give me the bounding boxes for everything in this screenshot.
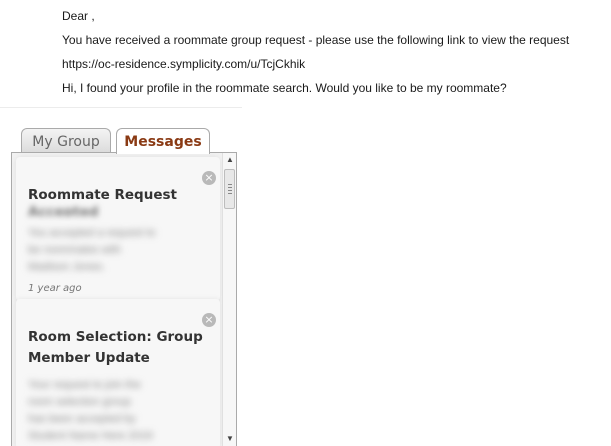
message-title-line: Accepted bbox=[28, 206, 99, 216]
message-title-line: Member Update bbox=[28, 350, 150, 366]
message-timestamp: 1 year ago bbox=[28, 283, 82, 294]
message-title: Room Selection: Group Member Update bbox=[28, 327, 208, 369]
message-body: You accepted a request to be roommates w… bbox=[28, 225, 198, 276]
message-body: Your request to join the room selection … bbox=[28, 377, 198, 445]
close-icon[interactable]: × bbox=[202, 171, 216, 185]
message-title-line: Roommate Request bbox=[28, 187, 177, 203]
grip-line bbox=[228, 184, 232, 185]
message-body-line: You accepted a request to bbox=[28, 227, 156, 239]
message-card[interactable]: × Room Selection: Group Member Update Yo… bbox=[16, 299, 220, 446]
scrollbar[interactable]: ▲ ▼ bbox=[222, 153, 236, 446]
grip-line bbox=[228, 190, 232, 191]
close-icon[interactable]: × bbox=[202, 313, 216, 327]
request-link[interactable]: https://oc-residence.symplicity.com/u/Tc… bbox=[62, 52, 569, 76]
email-greeting: Dear , bbox=[62, 9, 95, 23]
message-title: Roommate Request Accepted bbox=[28, 185, 208, 216]
grip-line bbox=[228, 193, 232, 194]
email-request-text: You have received a roommate group reque… bbox=[62, 33, 570, 47]
scroll-thumb[interactable] bbox=[224, 169, 235, 209]
scroll-up-arrow-icon[interactable]: ▲ bbox=[223, 154, 236, 166]
message-body-line: room selection group bbox=[28, 396, 131, 408]
roommate-widget: My Group Messages × Roommate Request Acc… bbox=[10, 128, 242, 446]
message-body-line: Student Name Here 2019 bbox=[28, 430, 153, 442]
message-card[interactable]: × Roommate Request Accepted You accepted… bbox=[16, 157, 220, 301]
grip-line bbox=[228, 187, 232, 188]
email-body: Dear , You have received a roommate grou… bbox=[62, 4, 569, 100]
tab-my-group[interactable]: My Group bbox=[21, 128, 111, 152]
message-title-line: Room Selection: Group bbox=[28, 329, 203, 345]
divider bbox=[0, 107, 242, 108]
scroll-down-arrow-icon[interactable]: ▼ bbox=[223, 433, 236, 445]
email-message-text: Hi, I found your profile in the roommate… bbox=[62, 81, 507, 95]
tab-messages[interactable]: Messages bbox=[116, 128, 210, 154]
message-body-line: has been accepted by bbox=[28, 413, 136, 425]
message-body-line: be roommates with bbox=[28, 244, 121, 256]
messages-panel: × Roommate Request Accepted You accepted… bbox=[11, 152, 237, 446]
message-body-line: Madison Jones. bbox=[28, 261, 106, 273]
message-body-line: Your request to join the bbox=[28, 379, 141, 391]
